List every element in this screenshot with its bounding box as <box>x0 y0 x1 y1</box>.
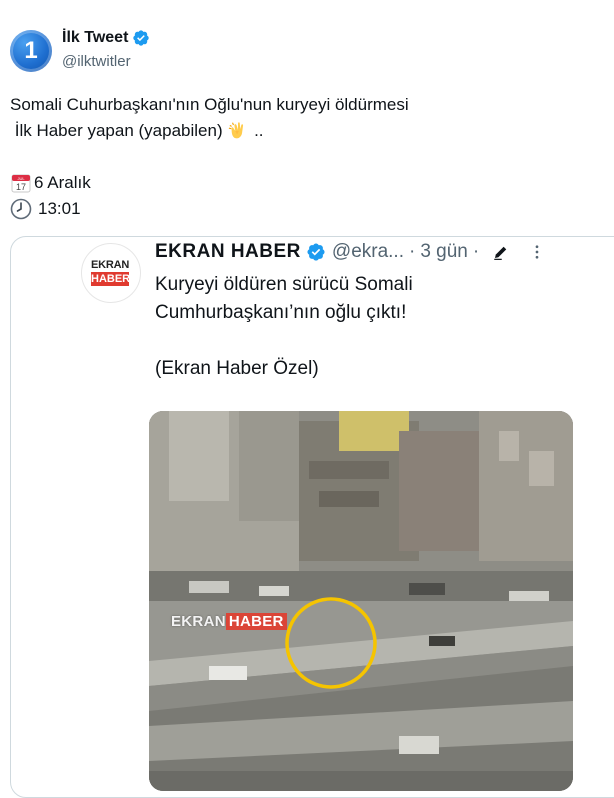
tweet-time: 13:01 <box>38 199 81 218</box>
tweet-text-line-2: İlk Haber yapan (yapabilen) .. <box>10 118 605 144</box>
video-watermark-haber: HABER <box>225 613 287 630</box>
calendar-day-label: 17 <box>16 182 26 192</box>
author-name[interactable]: İlk Tweet <box>62 29 128 47</box>
calendar-icon: JUL 17 <box>11 174 31 193</box>
tweet-date: 6 Aralık <box>34 173 91 192</box>
embedded-separator-2: · <box>472 241 480 262</box>
calendar-month-label: JUL <box>17 176 25 181</box>
embedded-tweet-card[interactable]: EKRAN HABER EKRAN HABER @ekra... · 3 gün… <box>10 236 614 798</box>
tweet-text-line-2-suffix: .. <box>249 121 264 140</box>
embedded-header: EKRAN HABER @ekra... · 3 gün · <box>155 237 546 267</box>
tweet-avatar[interactable]: 1 <box>10 30 52 72</box>
embedded-tweet-text: Kuryeyi öldüren sürücü Somali Cumhurbaşk… <box>155 271 595 383</box>
embedded-text-line-1: Kuryeyi öldüren sürücü Somali <box>155 274 413 295</box>
embedded-logo-bottom: HABER <box>91 272 131 286</box>
video-watermark: EKRAN HABER <box>171 613 287 630</box>
video-frame-image <box>149 411 573 791</box>
verified-badge-icon <box>133 30 150 46</box>
edit-pencil-icon <box>494 246 507 260</box>
tweet-text-blank <box>10 144 605 170</box>
tweet-text: Somali Cuhurbaşkanı'nın Oğlu'nun kuryeyi… <box>10 92 605 222</box>
embedded-separator-1: · <box>409 241 416 262</box>
tweet-date-line: JUL 17 6 Aralık <box>10 170 605 196</box>
author-name-row[interactable]: İlk Tweet <box>62 29 150 47</box>
tweet-author: İlk Tweet @ilktwitler <box>62 29 150 70</box>
embedded-verified-badge-icon <box>307 243 325 261</box>
tweet-text-line-2-main: İlk Haber yapan (yapabilen) <box>10 121 223 140</box>
more-options-icon[interactable] <box>528 243 546 261</box>
tweet-text-line-1: Somali Cuhurbaşkanı'nın Oğlu'nun kuryeyi… <box>10 95 409 114</box>
embedded-video[interactable] <box>149 411 573 791</box>
embedded-text-blank <box>155 327 595 355</box>
tweet-time-line: 13:01 <box>10 196 605 222</box>
embedded-text-line-3: (Ekran Haber Özel) <box>155 358 319 379</box>
embedded-author-name[interactable]: EKRAN HABER <box>155 241 301 263</box>
embedded-text-line-2: Cumhurbaşkanı’nın oğlu çıktı! <box>155 302 407 323</box>
embedded-timestamp[interactable]: 3 gün <box>420 241 468 263</box>
author-handle[interactable]: @ilktwitler <box>62 53 150 70</box>
embedded-author-handle[interactable]: @ekra... <box>332 241 404 263</box>
clock-icon <box>10 198 32 220</box>
video-watermark-ekran: EKRAN <box>171 613 226 630</box>
embedded-logo-top: EKRAN <box>91 259 130 271</box>
clapping-hands-icon <box>229 122 244 139</box>
embedded-avatar[interactable]: EKRAN HABER <box>81 243 141 303</box>
